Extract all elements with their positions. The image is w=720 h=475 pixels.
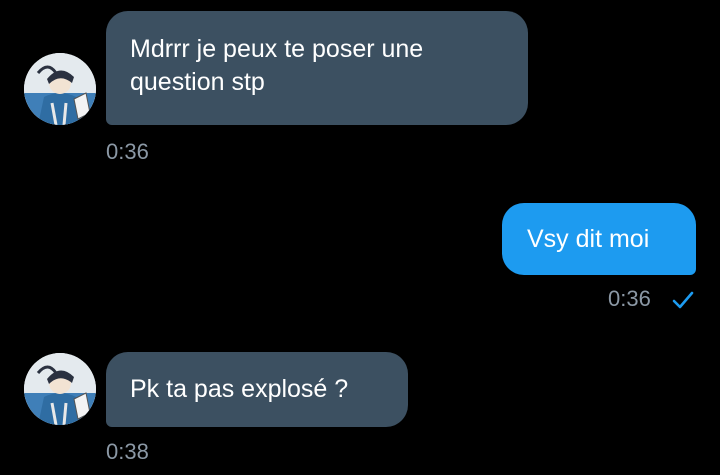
message-bubble-incoming[interactable]: Mdrrr je peux te poser une question stp (106, 11, 528, 125)
avatar[interactable] (24, 53, 96, 125)
message-text: Pk ta pas explosé ? (130, 375, 349, 403)
message-timestamp: 0:38 (106, 439, 149, 464)
message-bubble-outgoing[interactable]: Vsy dit moi (502, 203, 696, 275)
message-bubble-incoming[interactable]: Pk ta pas explosé ? (106, 352, 408, 427)
avatar-image (24, 353, 96, 425)
check-icon (672, 291, 694, 309)
message-text: Mdrrr je peux te poser une question stp (130, 35, 424, 96)
message-timestamp: 0:36 (608, 286, 651, 311)
message-timestamp: 0:36 (106, 139, 149, 164)
avatar[interactable] (24, 353, 96, 425)
message-text: Vsy dit moi (527, 225, 650, 253)
avatar-image (24, 53, 96, 125)
